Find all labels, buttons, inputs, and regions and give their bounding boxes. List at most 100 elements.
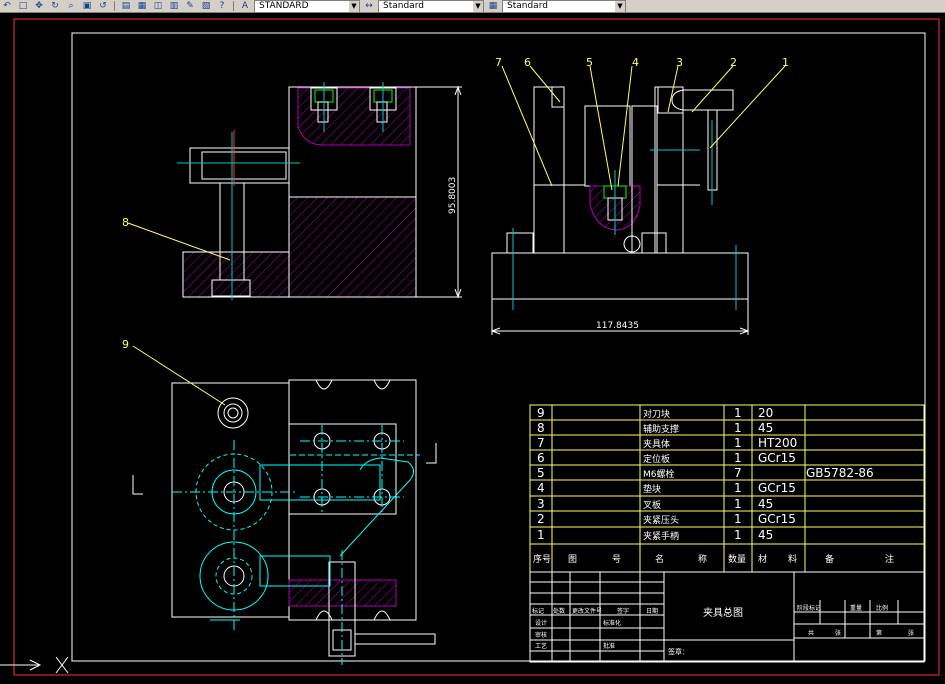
text-style-value: STANDARD	[259, 0, 309, 11]
bom-row-name: M6螺栓	[643, 468, 675, 480]
paper-border	[13, 18, 940, 676]
bom-row-no: 9	[537, 406, 545, 420]
drawing-canvas[interactable]: 95.8003 117.8435 7 6 5 4 3 2 1 8 9 9 对刀块…	[0, 13, 945, 684]
bom-table	[529, 404, 925, 573]
tb-stamp: 签章：	[668, 647, 689, 656]
header-name-2: 称	[698, 553, 707, 565]
bom-row-no: 8	[537, 421, 545, 435]
dim-style-value: Standard	[383, 0, 424, 11]
bom-row-no: 4	[537, 481, 545, 495]
bom-row-name: 垫块	[643, 483, 661, 495]
balloon-6: 6	[524, 56, 531, 69]
bom-row-note: GB5782-86	[806, 466, 874, 480]
height-dimension-value: 95.8003	[448, 177, 458, 214]
bom-row-qty: 7	[734, 466, 742, 480]
properties-icon[interactable]: ▤	[119, 1, 133, 12]
balloon-7: 7	[495, 56, 502, 69]
bom-header: 序号 图 号 名 称 数量 材 料 备 注	[533, 553, 894, 565]
side-view	[491, 86, 749, 300]
text-style-icon[interactable]: A	[238, 1, 252, 12]
calculator-icon[interactable]: ▧	[199, 1, 213, 12]
header-code-1: 图	[568, 554, 577, 565]
tool-palettes-icon[interactable]: ◫	[151, 1, 165, 12]
tb-date: 日期	[646, 607, 658, 615]
chevron-down-icon[interactable]: ▼	[349, 0, 359, 12]
bom-row-qty: 1	[734, 436, 742, 450]
bom-row-qty: 1	[734, 421, 742, 435]
balloon-5: 5	[586, 56, 593, 69]
zoom-previous-icon[interactable]: ↺	[96, 1, 110, 12]
bom-row-no: 3	[537, 497, 545, 511]
tb-stage: 阶段标记	[797, 604, 821, 612]
top-view	[171, 379, 436, 657]
table-style-icon[interactable]: ▦	[486, 1, 500, 12]
bom-row-qty: 1	[734, 451, 742, 465]
section-markers	[132, 443, 437, 495]
tb-sheets: 共	[808, 629, 814, 637]
chevron-down-icon[interactable]: ▼	[473, 0, 483, 12]
bom-row-material: 45	[758, 528, 773, 542]
header-note-2: 注	[885, 553, 894, 565]
header-code-2: 号	[612, 554, 621, 565]
bom-row-name: 定位板	[643, 453, 670, 465]
zoom-window-icon[interactable]: ▣	[80, 1, 94, 12]
separator	[114, 1, 115, 11]
bom-row-no: 7	[537, 436, 545, 450]
markup-icon[interactable]: ✎	[183, 1, 197, 12]
bom-row-no: 2	[537, 512, 545, 526]
balloon-8: 8	[122, 216, 129, 229]
balloon-1: 1	[782, 56, 789, 69]
header-no: 序号	[533, 553, 551, 565]
header-mat-2: 料	[788, 553, 797, 565]
tb-page: 第	[876, 629, 882, 637]
bom-row-no: 6	[537, 451, 545, 465]
bom-row-name: 夹具体	[643, 438, 670, 450]
bom-row-name: 对刀块	[643, 408, 670, 420]
help-icon[interactable]: ?	[215, 1, 229, 12]
pan-icon[interactable]: ✥	[32, 1, 46, 12]
header-note-1: 备	[825, 553, 834, 565]
top-view-cyan	[172, 425, 420, 665]
chevron-down-icon[interactable]: ▼	[615, 0, 625, 12]
tb-mark: 标记	[532, 607, 544, 615]
bom-row-name: 叉板	[643, 499, 661, 511]
bom-row-material: GCr15	[758, 451, 796, 465]
tb-sheet: 张	[835, 629, 841, 637]
bom-row-qty: 1	[734, 481, 742, 495]
dim-style-icon[interactable]: ↔	[362, 1, 376, 12]
tb-change-no: 更改文件号	[572, 607, 602, 615]
zoom-icon[interactable]: ⌕	[64, 1, 78, 12]
bom-row-material: GCr15	[758, 512, 796, 526]
bom-row-no: 1	[537, 528, 545, 542]
sheet-set-icon[interactable]: ▥	[167, 1, 181, 12]
text-style-select[interactable]: STANDARD ▼	[254, 0, 360, 12]
design-center-icon[interactable]: ▦	[135, 1, 149, 12]
bom-row-name: 辅助支撑	[643, 423, 679, 435]
bom-row-qty: 1	[734, 497, 742, 511]
ucs-icon	[0, 656, 69, 674]
tb-sign: 签字	[617, 607, 629, 615]
balloon-4: 4	[632, 56, 639, 69]
front-view	[182, 86, 417, 298]
tb-ratio: 比例	[876, 604, 888, 612]
toolbar-box-icon[interactable]: □	[16, 1, 30, 12]
dim-style-select[interactable]: Standard ▼	[378, 0, 484, 12]
balloon-3: 3	[676, 56, 683, 69]
tb-standard: 标准化	[603, 619, 621, 627]
balloon-2: 2	[730, 56, 737, 69]
bom-row-material: 45	[758, 421, 773, 435]
table-style-select[interactable]: Standard ▼	[502, 0, 626, 12]
undo-icon[interactable]: ↶	[0, 1, 14, 12]
leaders	[127, 65, 786, 406]
bom-row-name: 夹紧手柄	[643, 530, 679, 542]
separator	[233, 1, 234, 11]
orbit-icon[interactable]: ↻	[48, 1, 62, 12]
width-dimension-value: 117.8435	[596, 321, 639, 331]
toolbar: ↶ □ ✥ ↻ ⌕ ▣ ↺ ▤ ▦ ◫ ▥ ✎ ▧ ? A STANDARD ▼…	[0, 0, 945, 13]
drawing-frame	[71, 32, 926, 662]
tb-count: 处数	[553, 607, 565, 615]
tb-weight: 重量	[850, 604, 862, 612]
bom-row-material: HT200	[758, 436, 797, 450]
header-qty: 数量	[728, 553, 746, 565]
bom-row-no: 5	[537, 466, 545, 480]
